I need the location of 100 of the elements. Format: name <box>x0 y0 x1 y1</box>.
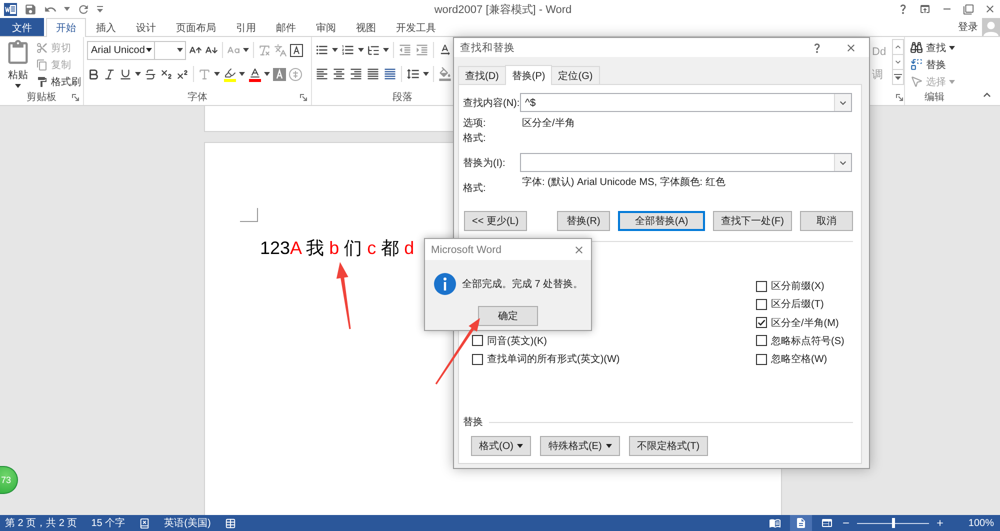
view-button[interactable] <box>790 515 812 531</box>
save-icon[interactable] <box>24 2 37 16</box>
square-outline-icon[interactable] <box>290 44 303 56</box>
caret-icon[interactable] <box>517 444 524 448</box>
dialog-launcher-icon[interactable] <box>300 94 307 100</box>
checkbox[interactable] <box>756 335 767 346</box>
checkbox[interactable] <box>756 354 767 365</box>
replace-icon <box>910 58 923 71</box>
ribbon-display-icon[interactable] <box>919 3 931 15</box>
caret-icon[interactable] <box>949 46 955 50</box>
language-label[interactable]: 英语(美国) <box>164 516 211 530</box>
chevron-up-icon[interactable] <box>892 39 904 55</box>
subscript-icon[interactable] <box>160 68 173 80</box>
file-tab[interactable]: 文件 <box>0 18 44 36</box>
caret-icon[interactable] <box>358 48 364 52</box>
dialog-button[interactable]: 格式(O) <box>471 436 532 456</box>
strikethrough-icon[interactable] <box>144 68 157 80</box>
superscript-icon[interactable] <box>176 68 189 80</box>
font-color-icon[interactable] <box>248 66 261 82</box>
zoom-slider-thumb[interactable] <box>892 518 895 528</box>
proofing-icon[interactable] <box>139 518 150 528</box>
replace-field[interactable] <box>520 153 852 172</box>
group-label: 编辑 <box>924 90 944 104</box>
caret-icon[interactable] <box>214 72 220 76</box>
dialog-button[interactable]: 特殊格式(E) <box>540 436 620 456</box>
italic-icon[interactable] <box>103 68 116 80</box>
dialog-title: 查找和替换 <box>460 40 516 54</box>
caret-icon[interactable] <box>177 48 183 52</box>
book-icon <box>769 517 782 529</box>
more-icon[interactable] <box>892 69 904 85</box>
table-icon[interactable] <box>224 518 236 528</box>
decrease-indent-icon[interactable] <box>398 43 412 57</box>
find-field[interactable]: ^$ <box>520 93 852 112</box>
customize-icon[interactable] <box>97 6 103 12</box>
dialog-button[interactable]: << 更少(L) <box>464 211 527 231</box>
zoom-level[interactable]: 100% <box>968 518 994 528</box>
checkbox[interactable] <box>472 354 483 365</box>
underline-icon[interactable] <box>119 68 132 80</box>
caret-icon[interactable] <box>332 48 338 52</box>
dialog-button[interactable]: 全部替换(A) <box>618 211 706 231</box>
caret-icon[interactable] <box>135 72 141 76</box>
editing-button[interactable]: 查找 <box>910 39 961 56</box>
zoom-in-icon[interactable] <box>935 518 946 528</box>
paste-button[interactable]: 粘贴 <box>3 39 33 90</box>
justify-icon[interactable] <box>366 67 380 81</box>
close-icon[interactable] <box>573 244 585 256</box>
clipboard-button[interactable]: 格式刷 <box>36 73 81 90</box>
align-left-icon[interactable] <box>315 67 329 81</box>
text-layout-icon[interactable] <box>438 43 452 57</box>
dialog-launcher-icon[interactable] <box>72 94 79 100</box>
checkbox[interactable] <box>756 280 767 292</box>
font-name-field[interactable]: Arial Unicod <box>87 40 155 60</box>
font-size-field[interactable] <box>154 40 186 60</box>
ok-button[interactable]: 确定 <box>478 306 538 326</box>
caret-icon[interactable] <box>264 72 270 76</box>
close-icon[interactable] <box>984 3 996 15</box>
checkbox[interactable] <box>472 335 483 346</box>
bullets-icon[interactable] <box>315 43 329 57</box>
format-value: 字体: (默认) Arial Unicode MS, 字体颜色: 红色 <box>522 176 726 189</box>
caret-icon[interactable] <box>383 48 389 52</box>
close-icon[interactable] <box>845 42 857 54</box>
dialog-button[interactable]: 取消 <box>800 211 853 231</box>
checkbox[interactable] <box>756 317 767 328</box>
app-logo-icon[interactable] <box>4 2 17 16</box>
increase-indent-icon[interactable] <box>415 43 429 57</box>
option-label: 同音(英文)(K) <box>487 334 547 348</box>
checkbox[interactable] <box>756 298 767 310</box>
dialog-tab[interactable]: 定位(G) <box>551 66 600 84</box>
dialog-launcher-icon[interactable] <box>896 94 903 100</box>
caret-icon[interactable] <box>15 84 21 88</box>
dialog-button[interactable]: 替换(R) <box>556 211 610 231</box>
dialog-button[interactable]: 查找下一处(F) <box>713 211 792 231</box>
circular-arrow-icon[interactable] <box>77 2 90 16</box>
numbering-icon[interactable] <box>341 43 355 57</box>
caret-icon[interactable] <box>606 444 612 448</box>
web-page-icon <box>821 517 834 529</box>
align-right-icon[interactable] <box>349 67 363 81</box>
paint-bucket-icon[interactable] <box>438 67 452 81</box>
editing-button[interactable]: 替换 <box>910 56 961 73</box>
ribbon-tab[interactable]: 开始 <box>46 18 86 37</box>
caret-icon[interactable] <box>239 72 245 76</box>
bold-icon[interactable] <box>87 68 100 80</box>
dialog-tab[interactable]: 查找(D) <box>458 66 506 84</box>
caret-icon[interactable] <box>423 72 429 76</box>
highlighter-icon[interactable] <box>223 66 236 82</box>
word-count: 15 个字 <box>91 516 126 530</box>
dialog-button[interactable]: 不限定格式(T) <box>628 436 708 456</box>
align-center-icon[interactable] <box>332 67 346 81</box>
restore-icon[interactable] <box>963 4 974 14</box>
line-spacing-icon[interactable] <box>406 67 420 81</box>
caret-icon[interactable] <box>243 48 249 52</box>
scissors-icon <box>36 42 48 54</box>
chevron-down-icon[interactable] <box>892 54 904 70</box>
dialog-tab[interactable]: 替换(P) <box>504 65 552 85</box>
distributed-align-icon[interactable] <box>383 67 397 81</box>
info-icon <box>434 273 456 295</box>
caret-icon[interactable] <box>146 48 152 52</box>
sign-in-link[interactable]: 登录 <box>958 20 978 34</box>
multilevel-list-icon[interactable] <box>367 44 380 56</box>
section-label: 替换 <box>463 416 483 430</box>
